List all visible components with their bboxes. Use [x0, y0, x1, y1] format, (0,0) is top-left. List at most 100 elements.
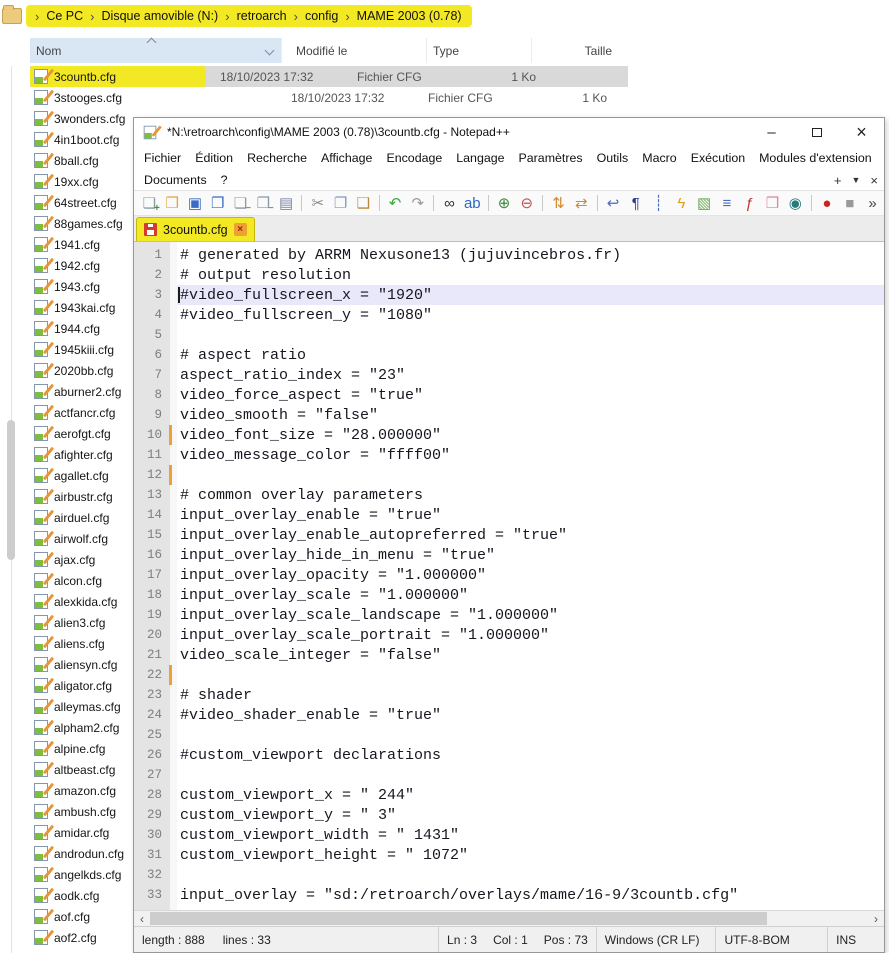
scrollbar-thumb[interactable] — [150, 912, 767, 925]
menu-item[interactable]: Exécution — [684, 151, 752, 165]
code-line[interactable]: 26 #custom_viewport declarations — [134, 745, 884, 765]
menu-item[interactable]: Encodage — [379, 151, 449, 165]
save-all-icon[interactable]: ❐ — [206, 192, 229, 214]
code-line[interactable]: 13 # common overlay parameters — [134, 485, 884, 505]
code-line[interactable]: 17 input_overlay_opacity = "1.000000" — [134, 565, 884, 585]
breadcrumb-item[interactable]: MAME 2003 (0.78) — [357, 9, 462, 23]
redo-icon[interactable]: ↷ — [406, 192, 429, 214]
column-header-size[interactable]: Taille — [532, 38, 622, 63]
tab-3countb[interactable]: 3countb.cfg × — [136, 217, 255, 241]
code-line[interactable]: 2 # output resolution — [134, 265, 884, 285]
menu-item[interactable]: Macro — [635, 151, 683, 165]
breadcrumb-item[interactable]: Disque amovible (N:) — [102, 9, 219, 23]
titlebar[interactable]: *N:\retroarch\config\MAME 2003 (0.78)\3c… — [134, 118, 884, 146]
column-header-modified[interactable]: Modifié le — [282, 38, 427, 63]
code-line[interactable]: 28 custom_viewport_x = " 244" — [134, 785, 884, 805]
code-line[interactable]: 19 input_overlay_scale_landscape = "1.00… — [134, 605, 884, 625]
column-header-name[interactable]: Nom — [30, 38, 282, 63]
close-doc-icon[interactable]: ❏ − — [229, 192, 252, 214]
code-line[interactable]: 5 — [134, 325, 884, 345]
menu-item[interactable]: ? — [214, 173, 235, 187]
new-file-icon[interactable]: ❏ + — [138, 192, 161, 214]
tab-close-icon[interactable]: × — [234, 223, 247, 236]
toolbar-overflow-icon[interactable]: » — [861, 192, 884, 214]
nav-scrollbar-thumb[interactable] — [7, 420, 15, 560]
code-line[interactable]: 12 — [134, 465, 884, 485]
stop-macro-icon[interactable]: ■ — [838, 192, 861, 214]
code-line[interactable]: 7 aspect_ratio_index = "23" — [134, 365, 884, 385]
menu-item[interactable]: Affichage — [314, 151, 379, 165]
replace-icon[interactable]: ab — [461, 192, 484, 214]
menu-item[interactable]: Modules d'extension — [752, 151, 879, 165]
close-tab-button[interactable]: × — [870, 173, 878, 188]
record-macro-icon[interactable]: ● — [816, 192, 839, 214]
close-button[interactable]: × — [839, 118, 884, 146]
zoom-out-icon[interactable]: ⊖ — [515, 192, 538, 214]
menu-item[interactable]: Paramètres — [512, 151, 590, 165]
horizontal-scrollbar[interactable]: ‹ › — [134, 910, 884, 926]
menu-item[interactable]: Langage — [449, 151, 511, 165]
code-line[interactable]: 33 input_overlay = "sd:/retroarch/overla… — [134, 885, 884, 905]
menu-item[interactable]: Fichier — [137, 151, 188, 165]
breadcrumb-item[interactable]: retroarch — [237, 9, 287, 23]
tab-list-button[interactable]: ▼ — [851, 175, 860, 185]
status-insert-mode[interactable]: INS — [828, 927, 872, 952]
code-line[interactable]: 18 input_overlay_scale = "1.000000" — [134, 585, 884, 605]
code-line[interactable]: 31 custom_viewport_height = " 1072" — [134, 845, 884, 865]
indent-guide-icon[interactable]: ┊ — [647, 192, 670, 214]
menu-item[interactable]: Outils — [590, 151, 636, 165]
code-line[interactable]: 16 input_overlay_hide_in_menu = "true" — [134, 545, 884, 565]
file-row[interactable]: 3stooges.cfg 18/10/2023 17:32 Fichier CF… — [30, 87, 628, 108]
scroll-right-arrow-icon[interactable]: › — [868, 912, 884, 926]
copy-icon[interactable]: ❐ — [329, 192, 352, 214]
code-line[interactable]: 32 — [134, 865, 884, 885]
code-line[interactable]: 6 # aspect ratio — [134, 345, 884, 365]
function-list-icon[interactable]: ϟ — [670, 192, 693, 214]
find-icon[interactable]: ∞ — [438, 192, 461, 214]
resize-grip[interactable] — [872, 927, 884, 952]
cut-icon[interactable]: ✂ — [306, 192, 329, 214]
code-line[interactable]: 24 #video_shader_enable = "true" — [134, 705, 884, 725]
breadcrumb-item[interactable]: config — [305, 9, 338, 23]
code-line[interactable]: 15 input_overlay_enable_autopreferred = … — [134, 525, 884, 545]
undo-icon[interactable]: ↶ — [384, 192, 407, 214]
status-eol[interactable]: Windows (CR LF) — [597, 927, 717, 952]
print-icon[interactable]: ▤ — [275, 192, 298, 214]
word-wrap-icon[interactable]: ↩ — [602, 192, 625, 214]
code-line[interactable]: 30 custom_viewport_width = " 1431" — [134, 825, 884, 845]
sync-scroll-v-icon[interactable]: ⇅ — [547, 192, 570, 214]
new-tab-button[interactable]: + — [834, 173, 842, 188]
file-row[interactable]: 3countb.cfg 18/10/2023 17:32 Fichier CFG… — [30, 66, 628, 87]
document-map-icon[interactable]: ▧ — [693, 192, 716, 214]
maximize-button[interactable] — [794, 118, 839, 146]
code-line[interactable]: 3 #video_fullscreen_x = "1920" — [134, 285, 884, 305]
code-line[interactable]: 23 # shader — [134, 685, 884, 705]
save-icon[interactable]: ▣ — [184, 192, 207, 214]
sync-scroll-h-icon[interactable]: ⇄ — [570, 192, 593, 214]
breadcrumb-item[interactable]: Ce PC — [46, 9, 83, 23]
code-line[interactable]: 4 #video_fullscreen_y = "1080" — [134, 305, 884, 325]
code-line[interactable]: 14 input_overlay_enable = "true" — [134, 505, 884, 525]
code-line[interactable]: 22 — [134, 665, 884, 685]
code-line[interactable]: 8 video_force_aspect = "true" — [134, 385, 884, 405]
status-encoding[interactable]: UTF-8-BOM — [716, 927, 828, 952]
scroll-left-arrow-icon[interactable]: ‹ — [134, 912, 150, 926]
minimize-button[interactable]: – — [749, 118, 794, 146]
scrollbar-track[interactable] — [150, 911, 868, 926]
code-line[interactable]: 11 video_message_color = "ffff00" — [134, 445, 884, 465]
code-line[interactable]: 10 video_font_size = "28.000000" — [134, 425, 884, 445]
filter-dropdown-icon[interactable] — [265, 46, 275, 56]
paste-icon[interactable]: ❑ — [352, 192, 375, 214]
code-editor[interactable]: 1 # generated by ARRM Nexusone13 (jujuvi… — [134, 242, 884, 910]
code-line[interactable]: 25 — [134, 725, 884, 745]
code-line[interactable]: 20 input_overlay_scale_portrait = "1.000… — [134, 625, 884, 645]
code-line[interactable]: 27 — [134, 765, 884, 785]
menu-item[interactable]: Documents — [137, 173, 214, 187]
code-line[interactable]: 29 custom_viewport_y = " 3" — [134, 805, 884, 825]
menu-item[interactable]: Édition — [188, 151, 240, 165]
close-all-icon[interactable]: ❐ − — [252, 192, 275, 214]
column-header-type[interactable]: Type — [427, 38, 532, 63]
macro-script-icon[interactable]: ƒ — [738, 192, 761, 214]
code-line[interactable]: 9 video_smooth = "false" — [134, 405, 884, 425]
show-symbols-icon[interactable]: ¶ — [624, 192, 647, 214]
